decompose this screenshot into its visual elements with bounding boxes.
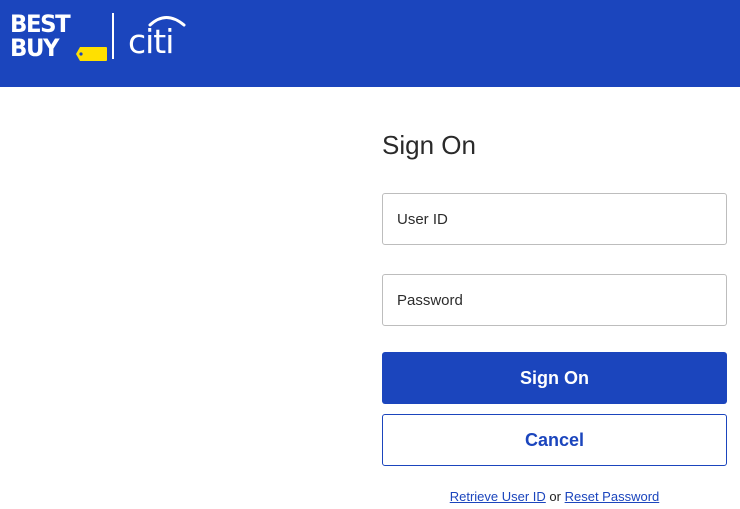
page-title: Sign On — [382, 130, 476, 160]
cancel-button[interactable]: Cancel — [382, 414, 727, 466]
best-buy-logo: BEST BUY — [10, 10, 107, 64]
citi-logo-text: citi — [128, 22, 174, 61]
logo-divider — [112, 13, 114, 59]
help-links: Retrieve User ID or Reset Password — [382, 489, 727, 505]
retrieve-user-id-link[interactable]: Retrieve User ID — [450, 489, 546, 504]
best-buy-logo-line1: BEST — [10, 10, 71, 38]
citi-logo: citi — [126, 12, 188, 61]
sign-on-button[interactable]: Sign On — [382, 352, 727, 404]
price-tag-icon — [76, 47, 107, 61]
reset-password-link[interactable]: Reset Password — [565, 489, 660, 504]
password-input[interactable] — [383, 275, 707, 325]
links-separator: or — [549, 489, 561, 504]
password-field[interactable] — [382, 274, 727, 326]
user-id-input[interactable] — [383, 194, 707, 244]
user-id-field[interactable] — [382, 193, 727, 245]
best-buy-logo-line2: BUY — [10, 34, 60, 62]
header-bar: BEST BUY citi — [0, 0, 740, 87]
